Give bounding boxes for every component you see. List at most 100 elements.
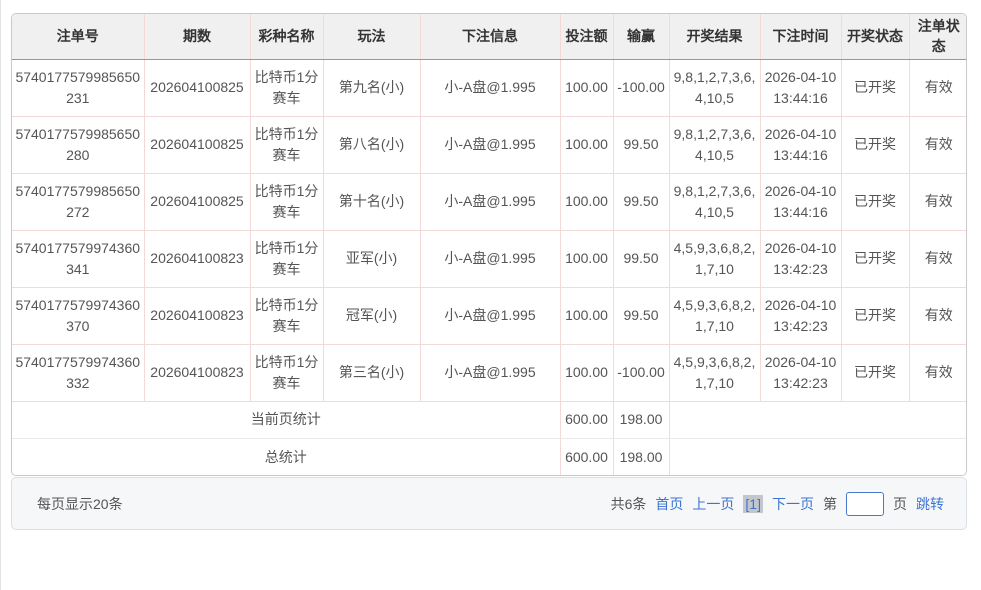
cell-order-status: 有效 bbox=[909, 287, 967, 344]
cell-win-loss: 99.50 bbox=[613, 173, 669, 230]
cell-bet-info: 小-A盘@1.995 bbox=[420, 344, 560, 401]
cell-order-id: 5740177579985650280 bbox=[12, 116, 144, 173]
table-summary: 当前页统计 600.00 198.00 总统计 600.00 198.00 bbox=[12, 401, 967, 475]
cell-win-loss: 99.50 bbox=[613, 116, 669, 173]
cell-draw-status: 已开奖 bbox=[841, 230, 909, 287]
cell-bet-info: 小-A盘@1.995 bbox=[420, 116, 560, 173]
cell-play: 冠军(小) bbox=[323, 287, 420, 344]
cell-bet-time: 2026-04-10 13:42:23 bbox=[760, 344, 841, 401]
cell-period: 202604100825 bbox=[144, 59, 250, 116]
cell-draw-status: 已开奖 bbox=[841, 287, 909, 344]
pager: 共6条 首页 上一页 [1] 下一页 第 页 跳转 bbox=[611, 492, 944, 516]
cell-draw-status: 已开奖 bbox=[841, 116, 909, 173]
table-row: 5740177579985650231 202604100825 比特币1分赛车… bbox=[12, 59, 967, 116]
cell-play: 第九名(小) bbox=[323, 59, 420, 116]
jump-prefix-label: 第 bbox=[823, 494, 837, 514]
cell-period: 202604100825 bbox=[144, 116, 250, 173]
cell-order-status: 有效 bbox=[909, 344, 967, 401]
prev-page-link[interactable]: 上一页 bbox=[692, 494, 734, 514]
cell-play: 第八名(小) bbox=[323, 116, 420, 173]
current-page-indicator[interactable]: [1] bbox=[743, 495, 763, 513]
header-bet-info: 下注信息 bbox=[420, 14, 560, 59]
cell-order-status: 有效 bbox=[909, 116, 967, 173]
header-result: 开奖结果 bbox=[669, 14, 760, 59]
cell-order-status: 有效 bbox=[909, 230, 967, 287]
summary-amount-current-page: 600.00 bbox=[560, 401, 613, 438]
cell-lottery: 比特币1分赛车 bbox=[250, 287, 323, 344]
cell-play: 第十名(小) bbox=[323, 173, 420, 230]
summary-amount-total: 600.00 bbox=[560, 438, 613, 475]
cell-bet-info: 小-A盘@1.995 bbox=[420, 59, 560, 116]
cell-play: 亚军(小) bbox=[323, 230, 420, 287]
cell-period: 202604100823 bbox=[144, 287, 250, 344]
cell-draw-status: 已开奖 bbox=[841, 59, 909, 116]
table-row: 5740177579974360341 202604100823 比特币1分赛车… bbox=[12, 230, 967, 287]
cell-bet-time: 2026-04-10 13:42:23 bbox=[760, 230, 841, 287]
header-win-loss: 输赢 bbox=[613, 14, 669, 59]
cell-draw-status: 已开奖 bbox=[841, 344, 909, 401]
cell-bet-time: 2026-04-10 13:44:16 bbox=[760, 116, 841, 173]
cell-win-loss: 99.50 bbox=[613, 230, 669, 287]
summary-empty-current-page bbox=[669, 401, 967, 438]
table-body: 5740177579985650231 202604100825 比特币1分赛车… bbox=[12, 59, 967, 401]
cell-bet-info: 小-A盘@1.995 bbox=[420, 287, 560, 344]
cell-bet-time: 2026-04-10 13:44:16 bbox=[760, 173, 841, 230]
cell-order-status: 有效 bbox=[909, 173, 967, 230]
table-row: 5740177579985650272 202604100825 比特币1分赛车… bbox=[12, 173, 967, 230]
cell-order-id: 5740177579974360332 bbox=[12, 344, 144, 401]
cell-amount: 100.00 bbox=[560, 344, 613, 401]
header-play: 玩法 bbox=[323, 14, 420, 59]
cell-lottery: 比特币1分赛车 bbox=[250, 344, 323, 401]
cell-amount: 100.00 bbox=[560, 116, 613, 173]
next-page-link[interactable]: 下一页 bbox=[772, 494, 814, 514]
first-page-link[interactable]: 首页 bbox=[655, 494, 683, 514]
cell-amount: 100.00 bbox=[560, 173, 613, 230]
header-order-id: 注单号 bbox=[12, 14, 144, 59]
cell-amount: 100.00 bbox=[560, 59, 613, 116]
cell-bet-info: 小-A盘@1.995 bbox=[420, 173, 560, 230]
summary-label-total: 总统计 bbox=[12, 438, 560, 475]
cell-result: 9,8,1,2,7,3,6,4,10,5 bbox=[669, 116, 760, 173]
table-row: 5740177579985650280 202604100825 比特币1分赛车… bbox=[12, 116, 967, 173]
header-period: 期数 bbox=[144, 14, 250, 59]
cell-result: 4,5,9,3,6,8,2,1,7,10 bbox=[669, 230, 760, 287]
cell-order-id: 5740177579974360341 bbox=[12, 230, 144, 287]
summary-win-loss-total: 198.00 bbox=[613, 438, 669, 475]
summary-win-loss-current-page: 198.00 bbox=[613, 401, 669, 438]
cell-bet-info: 小-A盘@1.995 bbox=[420, 230, 560, 287]
cell-win-loss: -100.00 bbox=[613, 59, 669, 116]
cell-result: 9,8,1,2,7,3,6,4,10,5 bbox=[669, 173, 760, 230]
cell-result: 4,5,9,3,6,8,2,1,7,10 bbox=[669, 287, 760, 344]
cell-result: 9,8,1,2,7,3,6,4,10,5 bbox=[669, 59, 760, 116]
cell-amount: 100.00 bbox=[560, 230, 613, 287]
total-count-label: 共6条 bbox=[611, 494, 647, 514]
header-amount: 投注额 bbox=[560, 14, 613, 59]
header-draw-status: 开奖状态 bbox=[841, 14, 909, 59]
header-bet-time: 下注时间 bbox=[760, 14, 841, 59]
cell-lottery: 比特币1分赛车 bbox=[250, 59, 323, 116]
cell-result: 4,5,9,3,6,8,2,1,7,10 bbox=[669, 344, 760, 401]
page-size-label: 每页显示20条 bbox=[37, 494, 123, 514]
cell-lottery: 比特币1分赛车 bbox=[250, 173, 323, 230]
cell-period: 202604100823 bbox=[144, 230, 250, 287]
page: { "table": { "headers": { "order_id": "注… bbox=[0, 0, 981, 590]
jump-suffix-label: 页 bbox=[893, 494, 907, 514]
summary-row-total: 总统计 600.00 198.00 bbox=[12, 438, 967, 475]
cell-order-id: 5740177579974360370 bbox=[12, 287, 144, 344]
cell-bet-time: 2026-04-10 13:42:23 bbox=[760, 287, 841, 344]
cell-period: 202604100825 bbox=[144, 173, 250, 230]
bet-records-table-card: 注单号 期数 彩种名称 玩法 下注信息 投注额 输赢 开奖结果 下注时间 开奖状… bbox=[11, 13, 967, 476]
header-order-status: 注单状态 bbox=[909, 14, 967, 59]
cell-lottery: 比特币1分赛车 bbox=[250, 230, 323, 287]
page-jump-input[interactable] bbox=[846, 492, 884, 516]
cell-order-status: 有效 bbox=[909, 59, 967, 116]
cell-lottery: 比特币1分赛车 bbox=[250, 116, 323, 173]
cell-draw-status: 已开奖 bbox=[841, 173, 909, 230]
summary-label-current-page: 当前页统计 bbox=[12, 401, 560, 438]
jump-button[interactable]: 跳转 bbox=[916, 494, 944, 514]
table-row: 5740177579974360370 202604100823 比特币1分赛车… bbox=[12, 287, 967, 344]
cell-amount: 100.00 bbox=[560, 287, 613, 344]
cell-order-id: 5740177579985650231 bbox=[12, 59, 144, 116]
summary-row-current-page: 当前页统计 600.00 198.00 bbox=[12, 401, 967, 438]
cell-order-id: 5740177579985650272 bbox=[12, 173, 144, 230]
